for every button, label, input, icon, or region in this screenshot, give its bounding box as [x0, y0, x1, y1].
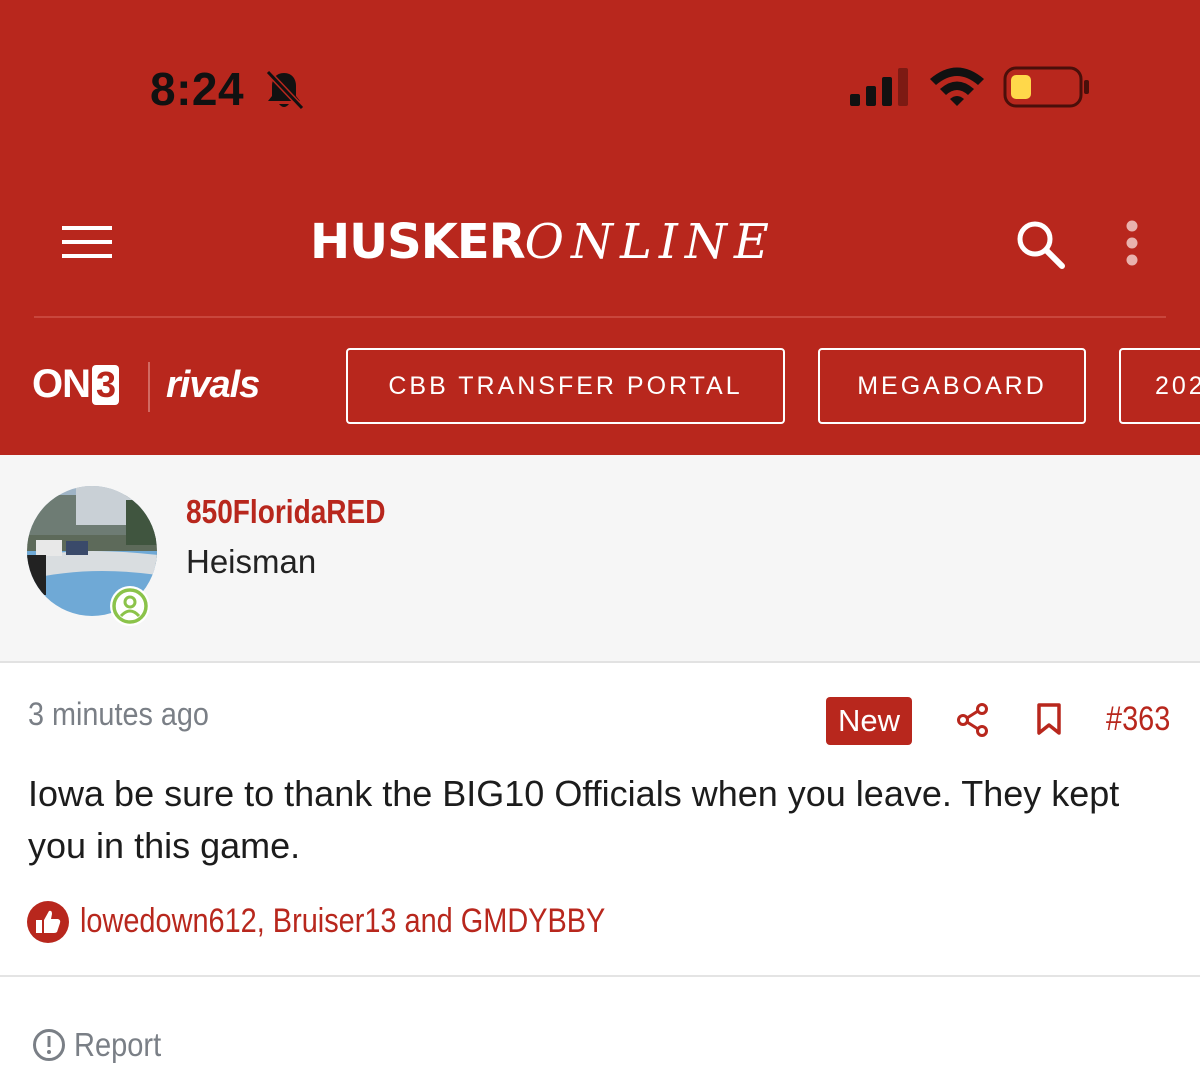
signal-icon	[850, 68, 908, 106]
rivals-logo[interactable]: rivals	[166, 364, 260, 407]
site-logo[interactable]: HUSKERONLINE	[310, 214, 776, 274]
bookmark-icon[interactable]	[1036, 702, 1062, 736]
logo-thin-text: ONLINE	[524, 214, 776, 270]
battery-icon	[1003, 66, 1089, 108]
report-button[interactable]: Report	[32, 1026, 173, 1064]
online-status-icon	[110, 586, 150, 626]
header-divider	[34, 316, 1166, 318]
alert-circle-icon	[33, 1029, 65, 1061]
on3-number: 3	[92, 364, 120, 405]
reaction-users[interactable]: lowedown612, Bruiser13 and GMDYBBY	[80, 902, 605, 941]
on3-logo[interactable]: ON 3	[32, 362, 120, 407]
nav-pill-partial[interactable]: 202	[1119, 348, 1200, 424]
post-timestamp[interactable]: 3 minutes ago	[28, 696, 209, 733]
post-author-card: 850FloridaRED Heisman	[0, 455, 1200, 663]
menu-icon[interactable]	[60, 222, 114, 262]
search-icon[interactable]	[1014, 218, 1068, 272]
nav-pill-cbb-transfer-portal[interactable]: CBB TRANSFER PORTAL	[346, 348, 785, 424]
post-divider	[0, 975, 1200, 977]
nav-pill-megaboard[interactable]: MEGABOARD	[818, 348, 1086, 424]
thumbs-up-icon[interactable]	[26, 900, 70, 944]
author-title: Heisman	[186, 543, 317, 580]
report-label: Report	[74, 1026, 162, 1063]
logo-bold-text: HUSKER	[310, 214, 526, 270]
more-vertical-icon[interactable]	[1122, 220, 1142, 268]
author-username[interactable]: 850FloridaRED	[186, 493, 386, 531]
site-header: 8:24 HUSKERONLINE ON 3 rivals CBB TRANSF…	[0, 0, 1200, 455]
post-body: Iowa be sure to thank the BIG10 Official…	[28, 773, 1120, 866]
wifi-icon	[930, 67, 984, 106]
bell-slash-icon	[265, 69, 305, 111]
on3-prefix: ON	[32, 362, 91, 406]
brand-separator	[148, 362, 150, 412]
post-number[interactable]: #363	[1106, 700, 1170, 739]
new-badge: New	[826, 697, 913, 745]
share-icon[interactable]	[956, 702, 990, 738]
status-time: 8:24	[150, 63, 245, 115]
